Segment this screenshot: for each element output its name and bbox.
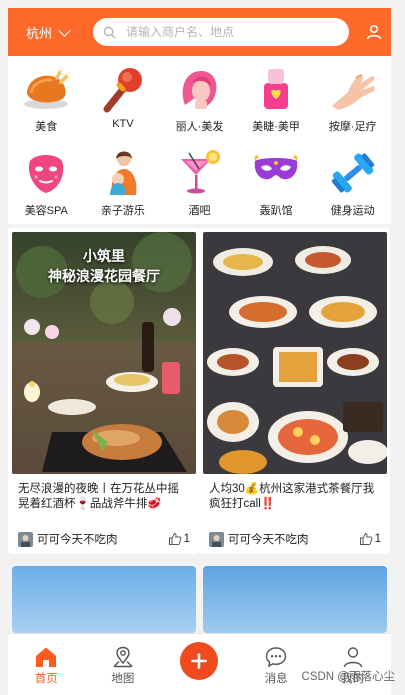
post-image: 小筑里 神秘浪漫花园餐厅 [12,232,196,474]
category-label: 亲子游乐 [100,205,145,217]
category-family-fun[interactable]: 亲子游乐 [85,140,162,224]
category-spa[interactable]: 美容SPA [8,140,85,224]
category-label: 按摩·足疗 [328,121,377,133]
like-count: 1 [183,533,190,545]
category-label: KTV [112,118,134,130]
like-button[interactable]: 1 [359,532,381,546]
thumbs-up-icon [168,532,181,545]
chevron-down-icon [58,23,71,37]
post-title: 人均30💰杭州这家港式茶餐厅我疯狂打call‼️ [209,483,375,510]
watermark: CSDN @雨落心尘 [301,671,395,683]
face-mask-icon [21,148,71,198]
overlay-line2: 神秘浪漫花园餐厅 [48,268,160,284]
feed-card-partial[interactable] [12,566,196,633]
post-image [203,566,387,633]
post-title: 无尽浪漫的夜晚丨在万花丛中摇晃着红酒杯🍷品战斧牛排🥩 [18,483,179,510]
search-input[interactable] [124,24,339,40]
author-name: 可可今天不吃肉 [37,534,118,546]
category-grid: 美食 KTV 丽人·美发 美睫·美甲 按摩·足疗 美容SPA 亲子游乐 酒吧 轰… [8,56,391,224]
post-meta: 可可今天不吃肉 1 [209,530,381,548]
like-button[interactable]: 1 [168,532,190,546]
category-ktv[interactable]: KTV [85,56,162,140]
category-label: 丽人·美发 [175,121,224,133]
search-icon [103,26,116,38]
category-food[interactable]: 美食 [8,56,85,140]
microphone-icon [98,64,148,114]
category-bar[interactable]: 酒吧 [161,140,238,224]
post-image [12,566,196,633]
massage-hand-icon [328,64,378,114]
cocktail-icon [174,148,224,198]
category-nails[interactable]: 美睫·美甲 [238,56,315,140]
tab-map[interactable]: 地图 [85,634,162,686]
category-party-hall[interactable]: 轰趴馆 [238,140,315,224]
top-header: 杭州 [8,8,391,56]
roast-chicken-icon [21,64,72,114]
tab-label: 地图 [111,673,135,685]
category-fitness[interactable]: 健身运动 [314,140,391,224]
tab-publish[interactable] [161,634,238,680]
tab-home[interactable]: 首页 [8,634,85,686]
post-image [203,232,387,474]
category-label: 美食 [35,121,58,133]
profile-icon [343,647,362,668]
category-label: 轰趴馆 [259,205,293,217]
category-label: 美睫·美甲 [252,121,300,133]
category-label: 美容SPA [24,205,68,217]
parent-child-icon [98,148,148,198]
user-icon[interactable] [365,23,383,41]
plus-icon [191,653,208,669]
feed-card[interactable]: 小筑里 神秘浪漫花园餐厅 无尽浪漫的夜晚丨在万花丛中摇晃着红酒杯🍷品战斧牛排🥩 … [8,228,199,554]
category-hair-salon[interactable]: 丽人·美发 [161,56,238,140]
search-box[interactable] [93,18,350,46]
author-name: 可可今天不吃肉 [228,534,309,546]
city-label: 杭州 [26,25,53,41]
party-mask-icon [251,148,301,198]
post-meta: 可可今天不吃肉 1 [18,530,190,548]
category-label: 酒吧 [188,205,211,217]
bottom-tab-bar: 首页 地图 消息 我的 [8,633,391,695]
map-pin-icon [113,646,133,668]
feed-card[interactable]: 人均30💰杭州这家港式茶餐厅我疯狂打call‼️ 可可今天不吃肉 1 [199,228,390,554]
publish-button[interactable] [180,642,219,680]
dumbbell-icon [328,148,378,198]
thumbs-up-icon [359,532,372,545]
nail-polish-icon [251,64,301,114]
tab-label: 消息 [264,673,288,685]
home-icon [36,647,57,667]
hair-salon-icon [174,64,224,114]
overlay-line1: 小筑里 [83,248,125,264]
category-massage[interactable]: 按摩·足疗 [314,56,391,140]
avatar [18,531,33,547]
tab-label: 首页 [34,673,58,685]
like-count: 1 [374,533,381,545]
feed-card-partial[interactable] [203,566,387,633]
category-label: 健身运动 [330,205,375,217]
city-selector[interactable]: 杭州 [26,23,71,42]
avatar [209,531,224,547]
message-icon [265,647,287,668]
